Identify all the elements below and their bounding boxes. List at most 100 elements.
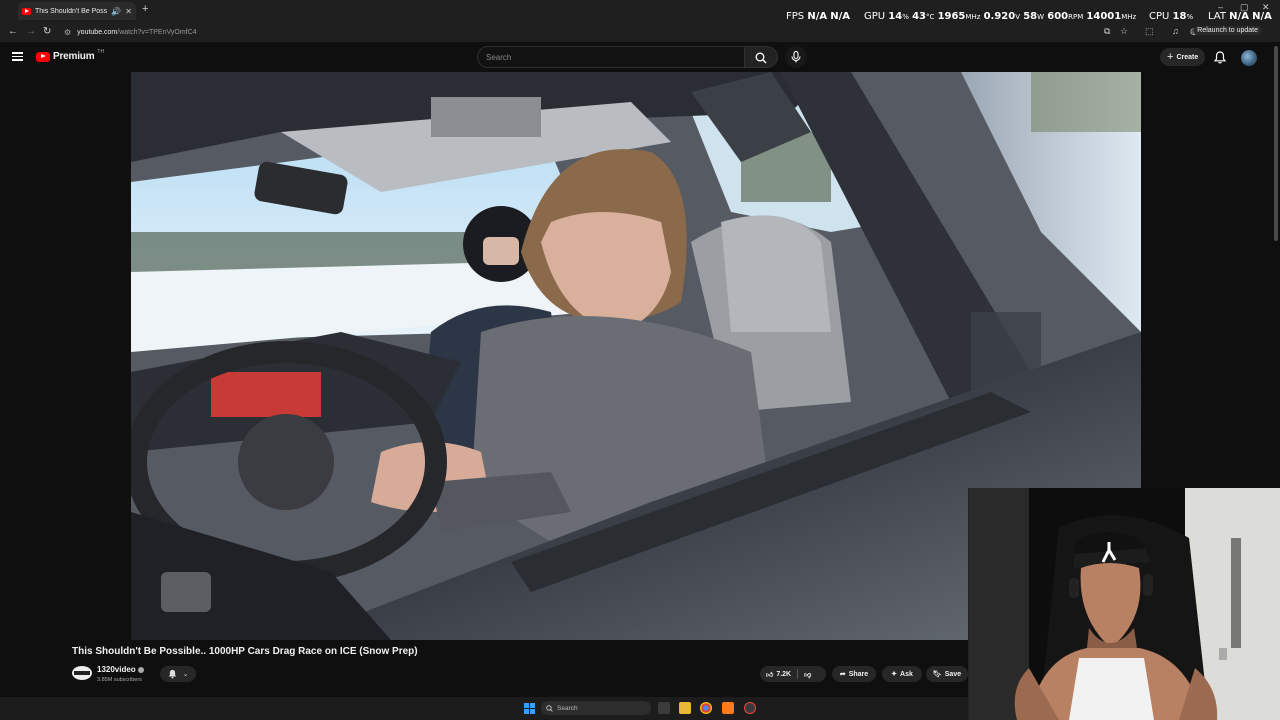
save-button[interactable]: 🔖︎ Save [926, 666, 968, 682]
channel-avatar[interactable] [72, 666, 92, 680]
task-view-icon[interactable] [658, 702, 670, 714]
bell-icon [168, 669, 176, 679]
windows-taskbar: Search [0, 697, 968, 720]
gpu-fan-unit: RPM [1068, 13, 1084, 21]
subscribed-notifications-button[interactable]: ⌄ [160, 666, 196, 682]
logo-region: TH [97, 48, 105, 55]
share-label: Share [848, 670, 869, 678]
gpu-mem-unit: MHz [1121, 13, 1137, 21]
app-a-icon[interactable] [722, 702, 734, 714]
reload-icon[interactable]: ↻ [43, 26, 51, 37]
address-bar-row: ← → ↻ ⚙ youtube.com/watch?v=TPEnVyOmfC4 … [0, 22, 1280, 42]
tab-title: This Shouldn't Be Possible. [35, 7, 108, 15]
forward-icon[interactable]: → [26, 26, 36, 37]
sparkle-icon: ✦ [891, 671, 898, 678]
taskbar-search-icon [546, 704, 553, 712]
gpu-voltage: 0.920 [983, 11, 1016, 22]
install-app-icon[interactable]: ⧉ [1104, 26, 1110, 37]
channel-name[interactable]: 1320video [97, 665, 144, 674]
logo-word: Premium [53, 51, 95, 62]
webcam-feed-image [969, 488, 1280, 720]
gpu-fan: 600 [1047, 11, 1069, 22]
fps-label: FPS [786, 11, 805, 22]
like-button[interactable]: 👍︎ 7.2K [760, 666, 797, 682]
search-input[interactable]: Search [477, 46, 745, 68]
taskbar-search-placeholder: Search [557, 704, 578, 712]
webcam-overlay [968, 488, 1280, 720]
microphone-icon [791, 51, 801, 63]
gpu-overlay: GPU 14% 43°C 1965MHz 0.920V 58W 600RPM 1… [864, 11, 1136, 22]
fps-value: N/A [807, 11, 828, 22]
like-dislike-group: 👍︎ 7.2K 👎︎ [760, 666, 826, 682]
tab-close-icon[interactable]: ✕ [125, 7, 132, 16]
file-explorer-icon[interactable] [679, 702, 691, 714]
gpu-voltage-unit: V [1015, 13, 1021, 21]
bookmark-icon: 🔖︎ [932, 671, 942, 678]
bookmark-star-icon[interactable]: ☆ [1120, 26, 1128, 37]
taskbar-search[interactable]: Search [541, 701, 651, 715]
subscriber-count: 3.85M subscribers [97, 677, 142, 683]
browser-tab-bar: This Shouldn't Be Possible. 🔊 ✕ + FPS N/… [0, 0, 1280, 22]
search-icon [755, 52, 767, 64]
account-avatar[interactable] [1241, 50, 1257, 66]
window-close-icon[interactable]: ✕ [1262, 2, 1270, 13]
chrome-icon[interactable] [700, 702, 712, 714]
url-field[interactable]: ⚙ youtube.com/watch?v=TPEnVyOmfC4 [60, 25, 1140, 39]
ask-label: Ask [900, 670, 913, 678]
back-icon[interactable]: ← [8, 26, 18, 37]
browser-tab[interactable]: This Shouldn't Be Possible. 🔊 ✕ [18, 2, 136, 20]
gpu-power-unit: W [1037, 13, 1045, 21]
player-letterbox [0, 72, 131, 640]
new-tab-icon[interactable]: + [142, 3, 148, 15]
youtube-favicon-icon [22, 7, 31, 15]
notifications-bell-icon[interactable] [1214, 51, 1226, 64]
thumbs-up-icon: 👍︎ [766, 671, 774, 679]
cpu-overlay: CPU 18% [1149, 11, 1193, 22]
minimize-icon[interactable]: – [1218, 2, 1223, 12]
share-button[interactable]: ➦ Share [832, 666, 876, 682]
create-button[interactable]: + Create [1160, 48, 1206, 66]
create-label: Create [1176, 53, 1199, 61]
gpu-load: 14 [888, 11, 903, 22]
gpu-power: 58 [1023, 11, 1038, 22]
channel-name-text: 1320video [97, 665, 136, 674]
gpu-temp-unit: °C [925, 13, 935, 21]
page-scrollbar[interactable] [1274, 46, 1278, 241]
gpu-label: GPU [864, 11, 886, 22]
maximize-icon[interactable]: ▢ [1240, 2, 1249, 13]
fps-overlay: FPS N/A N/A [786, 11, 850, 22]
cpu-label: CPU [1149, 11, 1170, 22]
youtube-logo[interactable]: Premium TH [36, 48, 105, 62]
cpu-load: 18 [1172, 11, 1187, 22]
site-info-icon[interactable]: ⚙ [64, 28, 71, 37]
media-control-icon[interactable]: ♫ [1172, 26, 1179, 36]
search-button[interactable] [745, 46, 778, 68]
like-count: 7.2K [776, 670, 792, 678]
youtube-play-logo-icon [36, 51, 50, 62]
obs-icon[interactable] [744, 702, 756, 714]
extensions-icon[interactable]: ⬚ [1145, 26, 1154, 37]
gpu-clock: 1965 [937, 11, 966, 22]
save-label: Save [944, 670, 962, 678]
plus-icon: + [1167, 51, 1174, 63]
tab-audio-icon[interactable]: 🔊 [111, 7, 121, 16]
fps-value-2: N/A [830, 11, 851, 22]
share-arrow-icon: ➦ [839, 671, 846, 678]
ask-button[interactable]: ✦ Ask [882, 666, 922, 682]
thumbs-down-icon: 👎︎ [804, 671, 812, 679]
chevron-down-icon: ⌄ [182, 671, 189, 678]
video-title: This Shouldn't Be Possible.. 1000HP Cars… [72, 646, 418, 657]
url-host: youtube.com [77, 28, 118, 36]
gpu-temp: 43 [912, 11, 926, 22]
cpu-load-unit: % [1186, 13, 1194, 21]
windows-start-icon[interactable] [524, 703, 535, 714]
youtube-header: Premium TH Search + Create [0, 42, 1280, 72]
dislike-button[interactable]: 👎︎ [798, 666, 817, 682]
url-path: /watch?v=TPEnVyOmfC4 [117, 28, 197, 36]
gpu-mem: 14001 [1086, 11, 1122, 22]
lat-label: LAT [1208, 11, 1226, 22]
verified-icon [137, 666, 144, 673]
menu-icon[interactable] [12, 52, 23, 61]
voice-search-button[interactable] [785, 46, 807, 68]
relaunch-button[interactable]: Relaunch to update [1193, 26, 1262, 35]
